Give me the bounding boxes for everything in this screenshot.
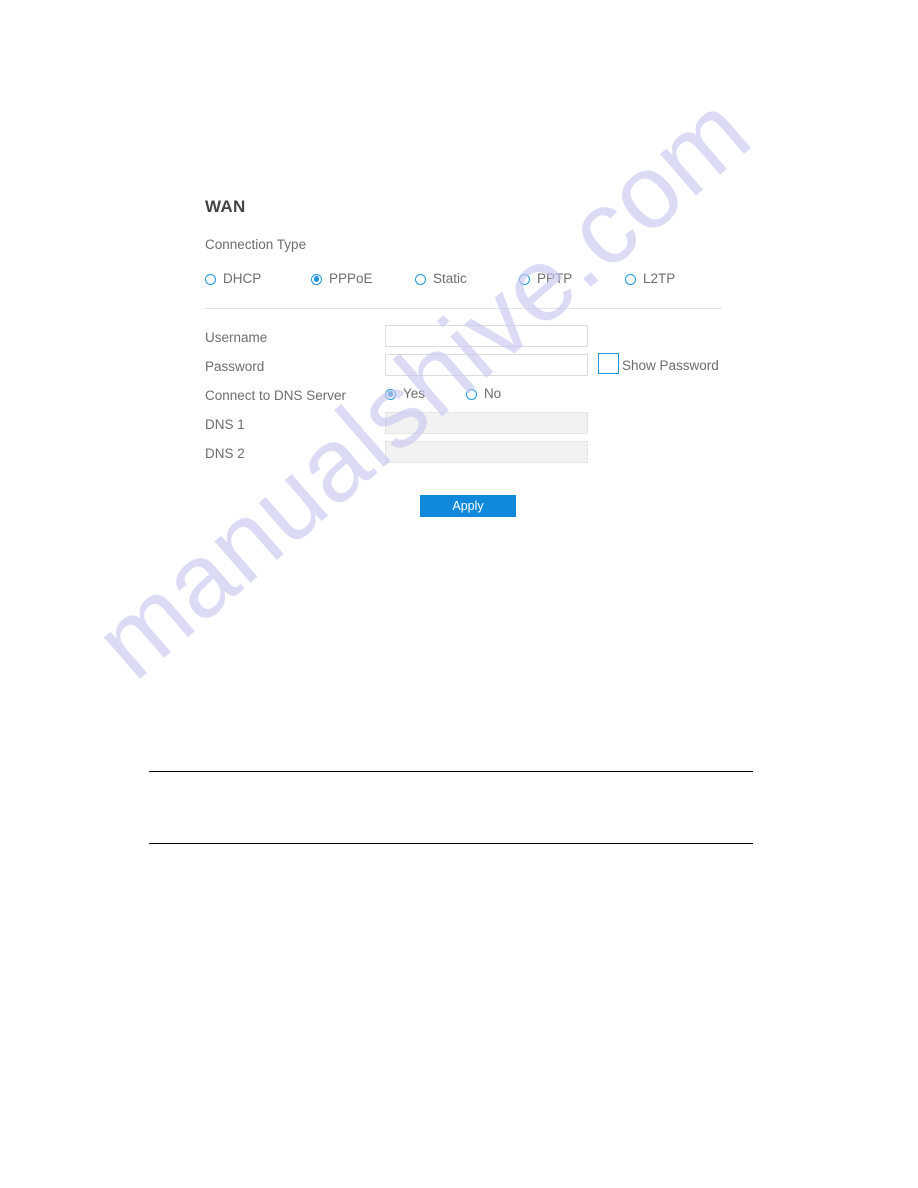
form-row-username: Username [205,325,725,354]
password-input[interactable] [385,354,588,376]
radio-label: PPPoE [329,271,373,286]
radio-label: Static [433,271,467,286]
dns1-input[interactable] [385,412,588,434]
radio-label: PPTP [537,271,573,286]
radio-option-dhcp[interactable]: DHCP [205,268,261,290]
radio-option-l2tp[interactable]: L2TP [625,268,675,290]
radio-circle-icon [205,273,216,285]
apply-button[interactable]: Apply [420,495,516,517]
radio-option-dns-no[interactable]: No [465,385,502,403]
radio-label: L2TP [643,271,676,286]
dns2-label: DNS 2 [205,446,245,461]
document-page: WAN Connection Type DHCP PPPoE Static PP… [0,0,918,1188]
radio-label: DHCP [223,271,262,286]
connect-dns-label: Connect to DNS Server [205,388,347,403]
radio-label: Yes [403,386,426,401]
radio-label: No [483,386,502,401]
form-row-dns2: DNS 2 [205,441,725,470]
connection-type-radio-group: DHCP PPPoE Static PPTP L2TP [205,268,725,290]
dns1-label: DNS 1 [205,417,245,432]
connect-dns-radio-group: Yes No [385,385,501,403]
radio-option-static[interactable]: Static [415,268,467,290]
form-row-dns1: DNS 1 [205,412,725,441]
wan-settings-panel: WAN Connection Type DHCP PPPoE Static PP… [205,196,725,535]
radio-option-dns-yes[interactable]: Yes [385,385,425,403]
username-input[interactable] [385,325,588,347]
radio-option-pptp[interactable]: PPTP [519,268,572,290]
connection-type-label: Connection Type [205,237,307,252]
footer-rule-top [149,771,753,772]
apply-button-row: Apply [205,495,725,535]
radio-circle-icon [519,273,530,285]
footer-rule-bottom [149,843,753,844]
radio-circle-icon [625,273,636,285]
page-title: WAN [205,197,246,216]
password-label: Password [205,359,265,374]
form-row-connect-dns: Connect to DNS Server Yes No [205,383,725,412]
radio-circle-filled-icon [385,388,396,400]
username-label: Username [205,330,268,345]
radio-circle-icon [415,273,426,285]
dns2-input[interactable] [385,441,588,463]
radio-circle-filled-icon [311,273,322,285]
show-password-label: Show Password [622,358,719,373]
radio-circle-icon [465,388,477,400]
radio-option-pppoe[interactable]: PPPoE [311,268,373,290]
form-row-password: Password Show Password [205,353,725,383]
section-divider [205,308,722,309]
show-password-checkbox[interactable] [598,353,619,374]
